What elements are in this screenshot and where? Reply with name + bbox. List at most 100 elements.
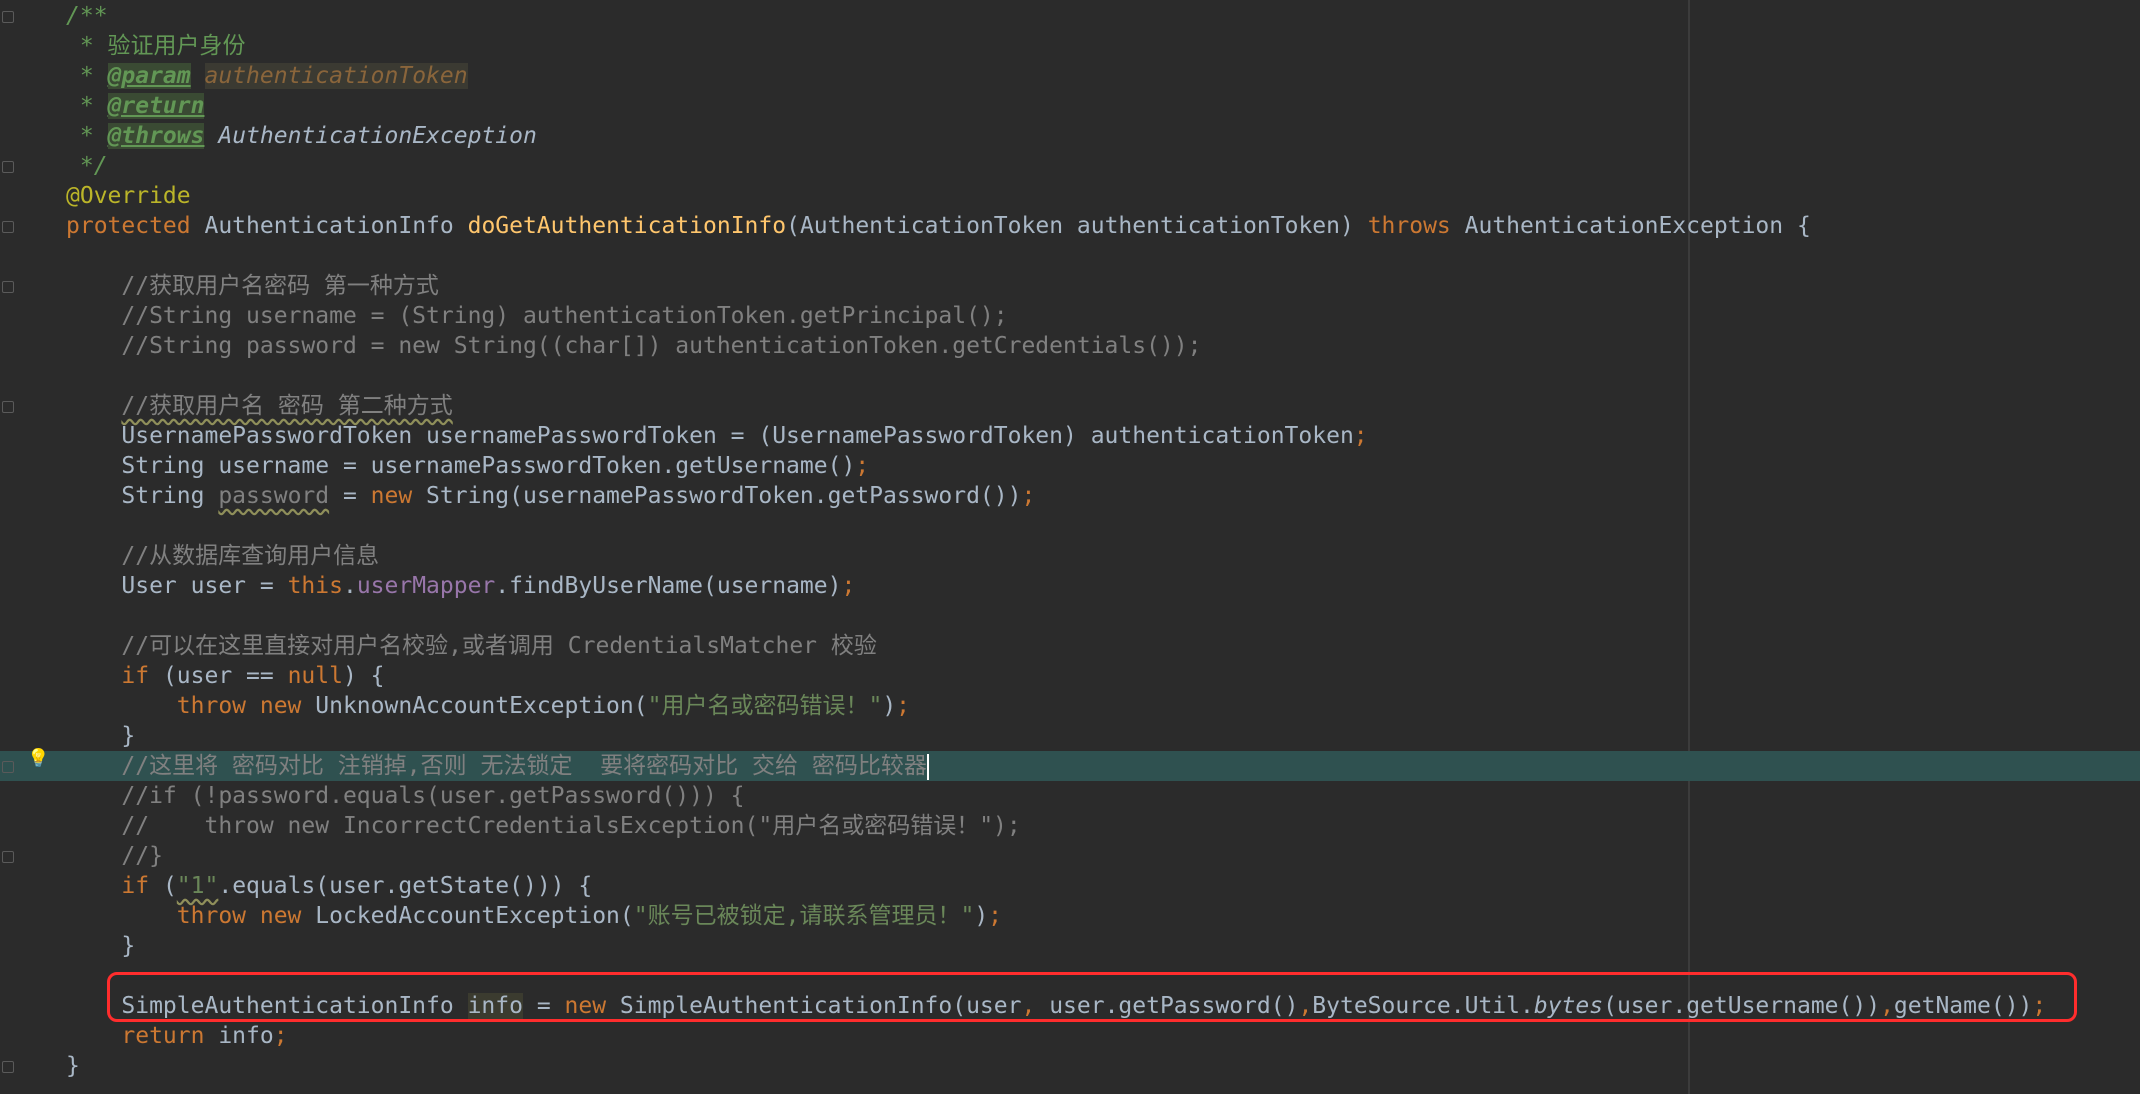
code-line[interactable]: * @throws AuthenticationException (0, 121, 2140, 151)
code-line-text: return info; (66, 1021, 288, 1051)
lightbulb-icon[interactable]: 💡 (27, 748, 49, 770)
code-token: //获取用户名密码 第一种方式 (66, 273, 439, 299)
code-token: (user == (162, 663, 288, 689)
code-line[interactable]: User user = this.userMapper.findByUserNa… (0, 571, 2140, 601)
code-line-text: //String password = new String((char[]) … (66, 331, 1201, 361)
code-line[interactable]: //if (!password.equals(user.getPassword(… (0, 781, 2140, 811)
code-token: AuthenticationInfo (204, 213, 468, 239)
code-line-text: User user = this.userMapper.findByUserNa… (66, 571, 855, 601)
code-token: @return (107, 93, 205, 119)
code-line[interactable]: throw new UnknownAccountException("用户名或密… (0, 691, 2140, 721)
code-token: //这里将 密码对比 注销掉,否则 无法锁定 要将密码对比 交给 密码比较器 (66, 753, 927, 779)
code-line[interactable] (0, 361, 2140, 391)
code-line[interactable]: // throw new IncorrectCredentialsExcepti… (0, 811, 2140, 841)
fold-marker-icon[interactable] (2, 161, 14, 173)
code-token: ( (162, 873, 177, 899)
code-token: userMapper (356, 573, 496, 599)
code-line[interactable] (0, 511, 2140, 541)
code-line[interactable]: * 验证用户身份 (0, 31, 2140, 61)
code-line[interactable] (0, 241, 2140, 271)
code-token: protected (66, 213, 205, 239)
code-line[interactable]: if (user == null) { (0, 661, 2140, 691)
code-line[interactable]: * @param authenticationToken (0, 61, 2140, 91)
code-line-text: * @param authenticationToken (66, 61, 468, 91)
code-line[interactable]: throw new LockedAccountException("账号已被锁定… (0, 901, 2140, 931)
fold-marker-icon[interactable] (2, 221, 14, 233)
code-line[interactable]: //} (0, 841, 2140, 871)
code-token: //从数据库查询用户信息 (66, 543, 380, 569)
code-line[interactable]: //可以在这里直接对用户名校验,或者调用 CredentialsMatcher … (0, 631, 2140, 661)
code-line[interactable]: protected AuthenticationInfo doGetAuthen… (0, 211, 2140, 241)
code-line[interactable]: } (0, 931, 2140, 961)
code-line[interactable]: */ (0, 151, 2140, 181)
code-line[interactable]: //获取用户名 密码 第二种方式 (0, 391, 2140, 421)
code-line-text: //获取用户名 密码 第二种方式 (66, 391, 452, 421)
code-token: /** (66, 3, 108, 29)
code-token: User user = (66, 573, 288, 599)
code-line[interactable]: //从数据库查询用户信息 (0, 541, 2140, 571)
code-line-text: throw new UnknownAccountException("用户名或密… (66, 691, 910, 721)
fold-marker-icon[interactable] (2, 761, 14, 773)
code-token: * (66, 93, 108, 119)
fold-marker-icon[interactable] (2, 851, 14, 863)
code-line[interactable]: UsernamePasswordToken usernamePasswordTo… (0, 421, 2140, 451)
code-line-text: //从数据库查询用户信息 (66, 541, 379, 571)
code-token: .equals(user.getState())) { (218, 873, 593, 899)
code-line-text: UsernamePasswordToken usernamePasswordTo… (66, 421, 1367, 451)
code-line[interactable]: @Override (0, 181, 2140, 211)
code-token: //可以在这里直接对用户名校验,或者调用 CredentialsMatcher … (66, 633, 877, 659)
code-token: //} (66, 843, 163, 869)
fold-marker-icon[interactable] (2, 401, 14, 413)
code-token: throws (1367, 213, 1465, 239)
code-token: // throw new IncorrectCredentialsExcepti… (66, 813, 1021, 839)
code-line-text: //String username = (String) authenticat… (66, 301, 1008, 331)
fold-marker-icon[interactable] (2, 1061, 14, 1073)
code-token: info (218, 1023, 274, 1049)
code-token: //String username = (String) authenticat… (66, 303, 1008, 329)
highlight-annotation-box (107, 972, 2077, 1022)
code-token: ; (988, 903, 1003, 929)
code-token: throw new (176, 903, 316, 929)
code-token: new (370, 483, 427, 509)
code-token: ; (273, 1023, 288, 1049)
code-token: ; (1021, 483, 1036, 509)
code-line[interactable]: * @return (0, 91, 2140, 121)
code-line[interactable]: //获取用户名密码 第一种方式 (0, 271, 2140, 301)
code-line[interactable]: //这里将 密码对比 注销掉,否则 无法锁定 要将密码对比 交给 密码比较器 (0, 751, 2140, 781)
code-line[interactable]: /** (0, 1, 2140, 31)
code-line[interactable]: String username = usernamePasswordToken.… (0, 451, 2140, 481)
code-token: 验证用户身份 (107, 33, 246, 59)
code-line[interactable]: } (0, 1051, 2140, 1081)
code-line-text: // throw new IncorrectCredentialsExcepti… (66, 811, 1021, 841)
code-line-text: //可以在这里直接对用户名校验,或者调用 CredentialsMatcher … (66, 631, 877, 661)
code-line-text: * 验证用户身份 (66, 31, 246, 61)
code-token: @param (107, 63, 191, 89)
code-line[interactable]: String password = new String(usernamePas… (0, 481, 2140, 511)
code-token: ; (841, 573, 856, 599)
code-token: (AuthenticationToken authenticationToken… (786, 213, 1368, 239)
code-line[interactable]: //String username = (String) authenticat… (0, 301, 2140, 331)
code-line[interactable]: } (0, 721, 2140, 751)
code-token: String(usernamePasswordToken.getPassword… (426, 483, 1022, 509)
code-token: UsernamePasswordToken usernamePasswordTo… (66, 423, 1354, 449)
code-line[interactable] (0, 601, 2140, 631)
code-line-text: if ("1".equals(user.getState())) { (66, 871, 592, 901)
code-token: * (66, 33, 108, 59)
code-line-text: protected AuthenticationInfo doGetAuthen… (66, 211, 1811, 241)
code-token: } (66, 933, 136, 959)
code-line[interactable]: if ("1".equals(user.getState())) { (0, 871, 2140, 901)
code-line-text: String username = usernamePasswordToken.… (66, 451, 869, 481)
code-line[interactable]: //String password = new String((char[]) … (0, 331, 2140, 361)
code-token: @Override (66, 183, 191, 209)
code-line-text: } (66, 1051, 80, 1081)
code-token: * (66, 123, 108, 149)
fold-marker-icon[interactable] (2, 11, 14, 23)
fold-marker-icon[interactable] (2, 281, 14, 293)
code-line[interactable]: return info; (0, 1021, 2140, 1051)
code-line-text: if (user == null) { (66, 661, 384, 691)
code-token: LockedAccountException( (315, 903, 634, 929)
